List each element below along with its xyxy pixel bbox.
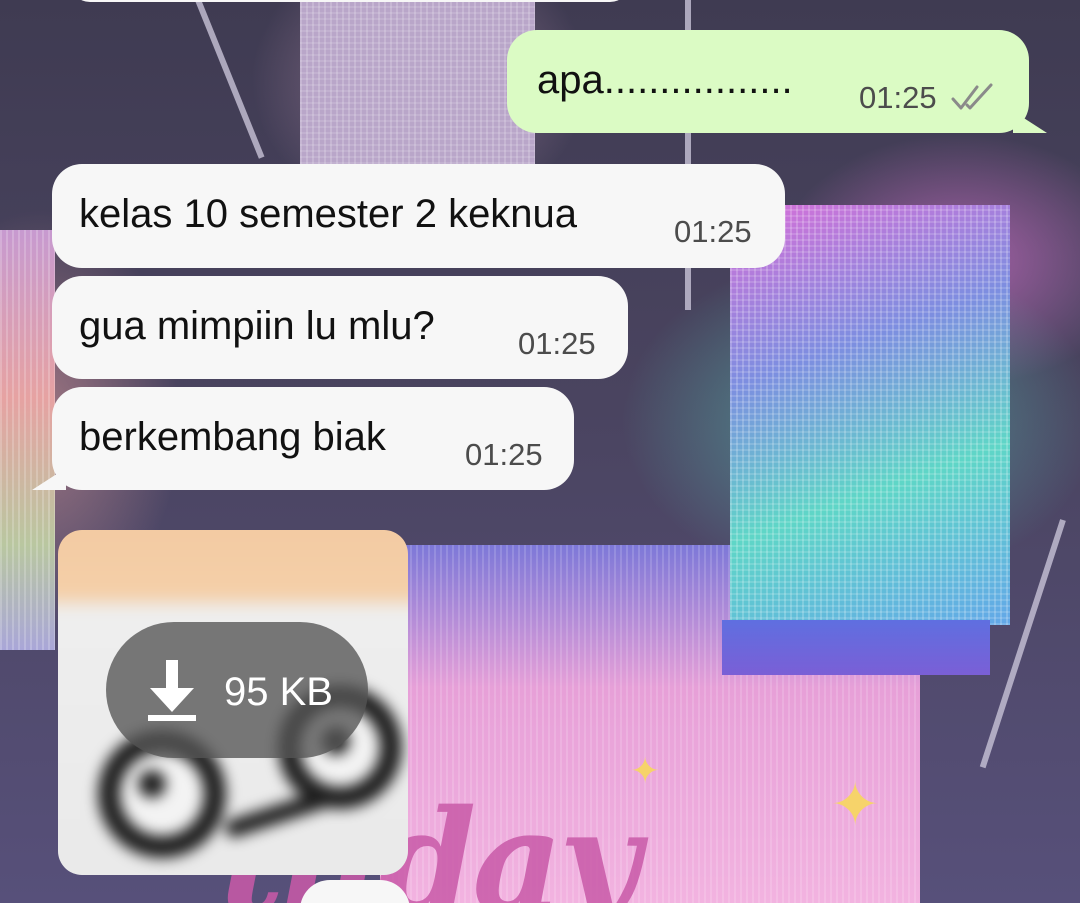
message-text: kelas 10 semester 2 keknua	[79, 192, 578, 236]
message-bubble-outgoing[interactable]: apa................. 01:25	[507, 30, 1047, 133]
message-time: 01:25	[674, 214, 752, 249]
wallpaper-panel	[300, 0, 535, 170]
double-check-icon	[951, 83, 993, 110]
thumbnail-pupil	[138, 770, 166, 798]
chat-window: ✦ ✦ thday apa................. 01:25 kel…	[0, 0, 1080, 903]
image-message[interactable]: 95 KB	[58, 530, 408, 875]
wallpaper-bar	[195, 0, 265, 159]
thumbnail-mouth	[222, 788, 334, 840]
wallpaper-panel	[0, 230, 55, 650]
wallpaper-panel	[730, 205, 1010, 625]
sparkle-icon: ✦	[830, 771, 881, 838]
message-text: apa.................	[537, 58, 793, 102]
download-arrow-icon	[148, 660, 196, 721]
bubble-tail	[32, 468, 66, 490]
message-time: 01:25	[465, 437, 543, 472]
bubble-tail	[1013, 111, 1047, 133]
message-time: 01:25	[859, 80, 937, 115]
message-bubble-partial[interactable]	[70, 0, 630, 2]
message-bubble-partial[interactable]	[300, 880, 410, 903]
wallpaper-panel	[722, 620, 990, 675]
message-time: 01:25	[518, 326, 596, 361]
download-size: 95 KB	[224, 670, 333, 714]
message-bubble-incoming[interactable]: kelas 10 semester 2 keknua 01:25	[52, 164, 785, 268]
message-text: gua mimpiin lu mlu?	[79, 304, 435, 348]
message-text: berkembang biak	[79, 415, 386, 459]
message-bubble-incoming[interactable]: gua mimpiin lu mlu? 01:25	[52, 276, 628, 379]
download-button[interactable]: 95 KB	[106, 622, 368, 758]
message-bubble-incoming[interactable]: berkembang biak 01:25	[32, 387, 574, 490]
